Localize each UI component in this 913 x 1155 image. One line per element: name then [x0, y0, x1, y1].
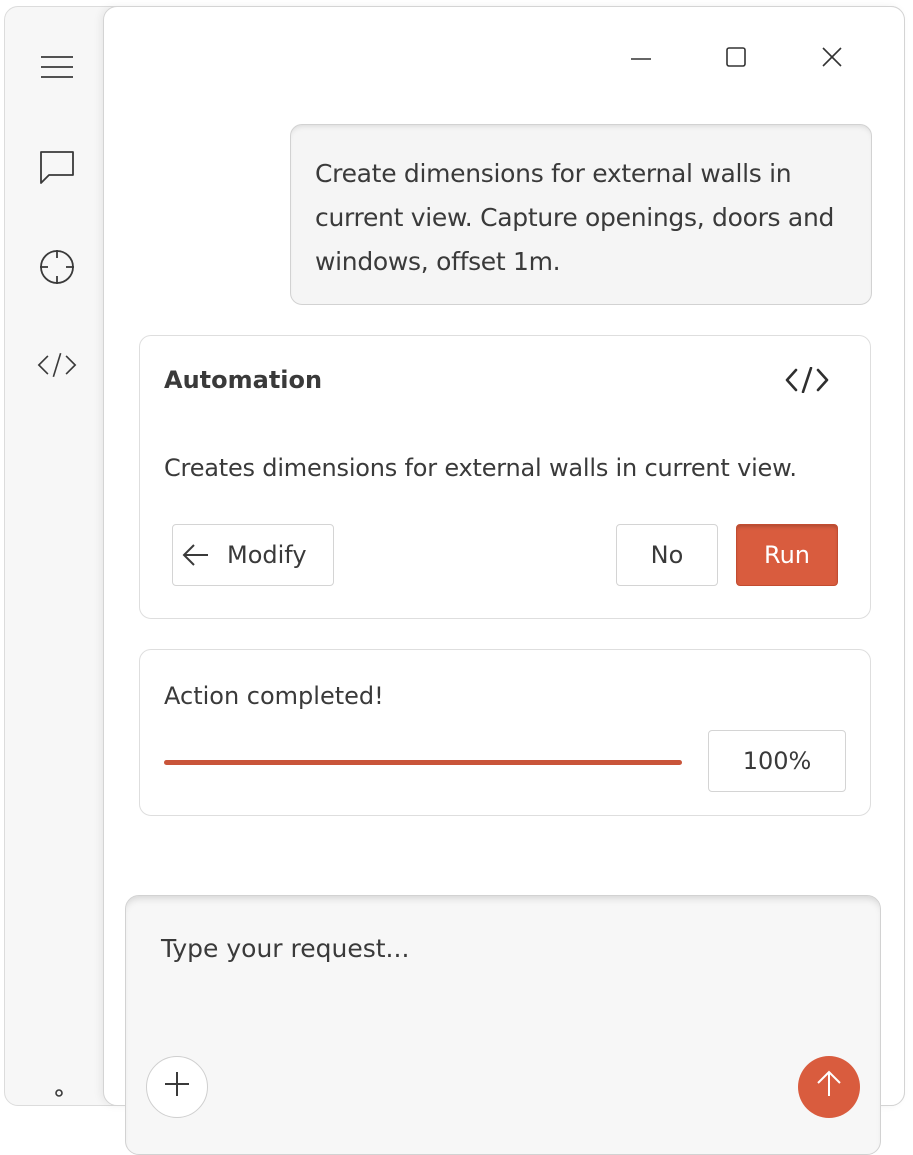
arrow-left-icon — [182, 544, 208, 566]
attach-button[interactable] — [146, 1056, 208, 1118]
automation-description: Creates dimensions for external walls in… — [164, 454, 797, 482]
target-icon[interactable] — [37, 247, 77, 287]
view-code-icon[interactable] — [784, 364, 830, 396]
user-icon[interactable] — [49, 1085, 69, 1105]
close-icon[interactable] — [814, 39, 850, 75]
request-composer[interactable]: Type your request... — [125, 895, 881, 1155]
progress-percent: 100% — [708, 730, 846, 792]
run-button[interactable]: Run — [736, 524, 838, 586]
maximize-icon[interactable] — [718, 39, 754, 75]
no-button[interactable]: No — [616, 524, 718, 586]
automation-card: Automation Creates dimensions for extern… — [139, 335, 871, 619]
modify-label: Modify — [227, 541, 307, 569]
card-title: Automation — [164, 366, 323, 394]
status-text: Action completed! — [164, 682, 384, 710]
send-button[interactable] — [798, 1056, 860, 1118]
progress-bar — [164, 760, 682, 765]
request-input[interactable]: Type your request... — [161, 934, 409, 963]
progress-card: Action completed! 100% — [139, 649, 871, 816]
minimize-icon[interactable] — [623, 39, 659, 75]
user-message: Create dimensions for external walls in … — [290, 124, 872, 305]
modify-button[interactable]: Modify — [172, 524, 334, 586]
code-icon[interactable] — [37, 345, 77, 385]
chat-icon[interactable] — [37, 147, 77, 187]
menu-icon[interactable] — [37, 47, 77, 87]
plus-icon — [165, 1072, 189, 1096]
arrow-up-icon — [817, 1070, 841, 1096]
chat-panel: Create dimensions for external walls in … — [103, 6, 905, 1155]
progress-fill — [164, 760, 682, 765]
